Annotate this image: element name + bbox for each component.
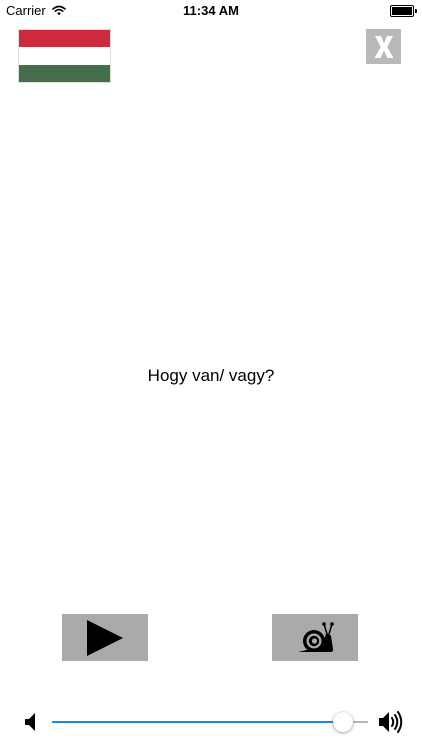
play-button[interactable] xyxy=(62,614,148,661)
snail-icon xyxy=(298,621,334,652)
volume-slider-fill xyxy=(52,721,343,723)
volume-low-icon xyxy=(24,712,38,737)
status-time: 11:34 AM xyxy=(183,3,239,18)
volume-high-icon xyxy=(378,710,404,739)
flag-stripe-white xyxy=(19,47,110,65)
flag-stripe-green xyxy=(19,64,110,82)
play-icon xyxy=(87,619,123,656)
close-button[interactable] xyxy=(366,29,401,64)
x-icon xyxy=(374,35,393,58)
battery-nub xyxy=(415,9,417,13)
battery-icon xyxy=(390,5,417,17)
status-bar: Carrier 11:34 AM xyxy=(0,0,422,22)
hungary-flag-icon xyxy=(19,30,110,82)
volume-slider[interactable] xyxy=(52,712,368,732)
volume-control xyxy=(0,705,422,739)
slow-play-button[interactable] xyxy=(272,614,358,661)
volume-slider-thumb[interactable] xyxy=(332,712,353,732)
battery-fill xyxy=(392,7,412,15)
flag-stripe-red xyxy=(19,30,110,48)
phrase-text: Hogy van/ vagy? xyxy=(147,366,275,385)
